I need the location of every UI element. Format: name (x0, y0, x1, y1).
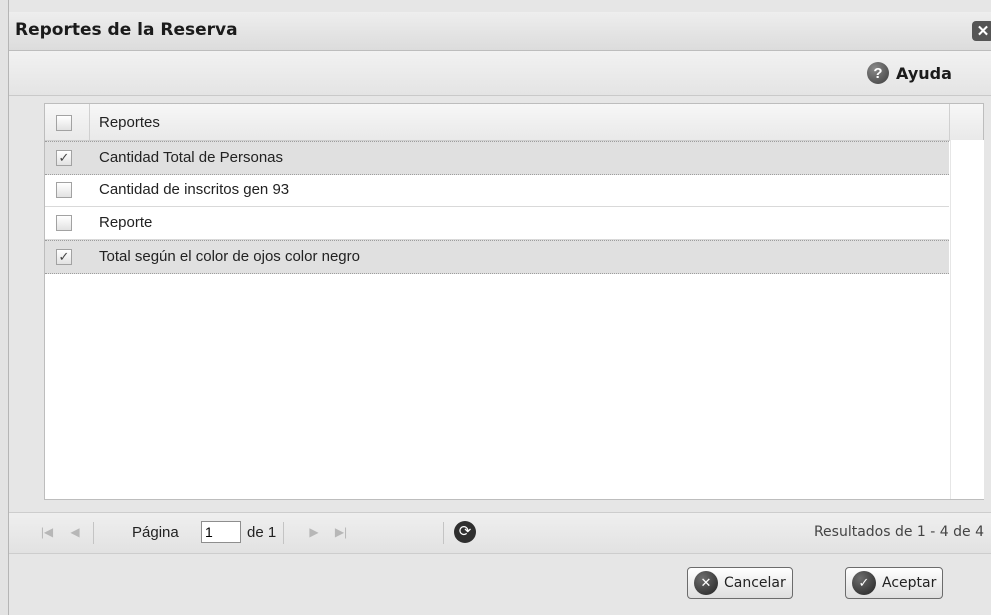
toolbar-separator (283, 522, 284, 544)
dialog-title: Reportes de la Reserva (15, 20, 238, 40)
column-header-reportes: Reportes (99, 114, 160, 131)
page-number-input[interactable] (201, 521, 241, 543)
accept-label: Aceptar (882, 575, 937, 591)
table-row[interactable]: ✓ Cantidad Total de Personas (45, 141, 949, 175)
column-separator (949, 104, 950, 140)
refresh-icon[interactable]: ⟳ (454, 521, 476, 543)
grid-scroll-area (950, 140, 984, 499)
grid-header: Reportes (45, 104, 983, 141)
previous-page-icon[interactable]: ◀ (67, 523, 83, 541)
page-count-label: de 1 (247, 524, 277, 541)
table-row[interactable]: ✓ Total según el color de ojos color neg… (45, 240, 949, 274)
table-row[interactable]: Reporte (45, 207, 949, 240)
help-icon: ? (867, 62, 889, 84)
dialog-toolbar: ? Ayuda (9, 51, 991, 96)
page-label: Página (132, 524, 179, 541)
report-name: Cantidad Total de Personas (99, 149, 284, 166)
help-button[interactable]: ? Ayuda (867, 60, 952, 86)
close-icon: ✕ (976, 23, 990, 40)
report-name: Reporte (99, 214, 153, 231)
report-name: Total según el color de ojos color negro (99, 248, 360, 265)
results-summary: Resultados de 1 - 4 de 4 (813, 524, 984, 540)
row-checkbox[interactable] (56, 182, 72, 198)
last-page-icon[interactable]: ▶| (333, 523, 349, 541)
reports-grid: Reportes ✓ Cantidad Total de Personas Ca… (44, 103, 984, 500)
row-checkbox[interactable] (56, 215, 72, 231)
reports-dialog: Reportes de la Reserva ✕ ? Ayuda Reporte… (8, 0, 991, 615)
next-page-icon[interactable]: ▶ (306, 523, 322, 541)
accept-button[interactable]: ✓ Aceptar (845, 567, 944, 599)
close-button[interactable]: ✕ (972, 21, 991, 41)
cancel-button[interactable]: ✕ Cancelar (687, 567, 793, 599)
table-row[interactable]: Cantidad de inscritos gen 93 (45, 174, 949, 207)
dialog-footer: ✕ Cancelar ✓ Aceptar (9, 553, 991, 615)
check-icon: ✓ (852, 571, 876, 595)
select-all-checkbox[interactable] (56, 115, 72, 131)
row-checkbox[interactable]: ✓ (56, 150, 72, 166)
column-separator (89, 104, 90, 140)
cancel-icon: ✕ (694, 571, 718, 595)
row-checkbox[interactable]: ✓ (56, 249, 72, 265)
dialog-titlebar: Reportes de la Reserva ✕ (9, 12, 991, 51)
paging-toolbar: |◀ ◀ Página de 1 ▶ ▶| ⟳ Resultados de 1 … (9, 512, 991, 554)
cancel-label: Cancelar (724, 575, 786, 591)
first-page-icon[interactable]: |◀ (39, 523, 55, 541)
toolbar-separator (93, 522, 94, 544)
help-label: Ayuda (896, 63, 952, 83)
toolbar-separator (443, 522, 444, 544)
report-name: Cantidad de inscritos gen 93 (99, 181, 290, 198)
